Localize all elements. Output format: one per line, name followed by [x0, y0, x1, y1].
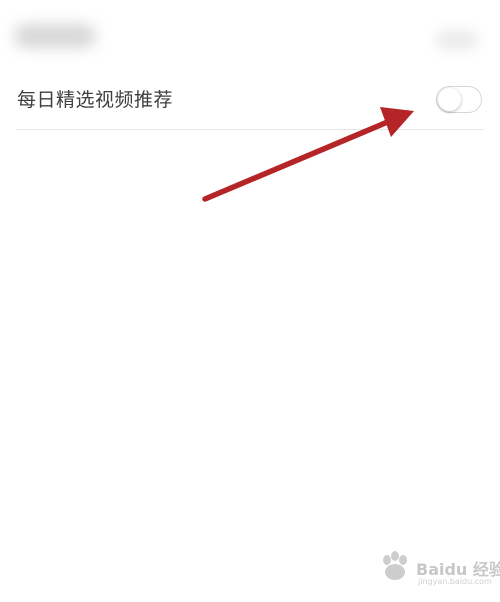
- baidu-jingyan-watermark: Baidu 经验 jingyan.baidu.com: [378, 544, 500, 592]
- watermark-sub-text: jingyan.baidu.com: [418, 577, 492, 586]
- row-divider: [16, 129, 484, 130]
- blurred-previous-setting: [0, 0, 500, 70]
- paw-logo-icon: [383, 551, 407, 580]
- toggle-knob: [438, 88, 461, 111]
- daily-video-recommendation-toggle[interactable]: [436, 86, 482, 113]
- blurred-toggle: [436, 30, 478, 50]
- setting-label: 每日精选视频推荐: [17, 89, 174, 111]
- blurred-title: [14, 24, 96, 48]
